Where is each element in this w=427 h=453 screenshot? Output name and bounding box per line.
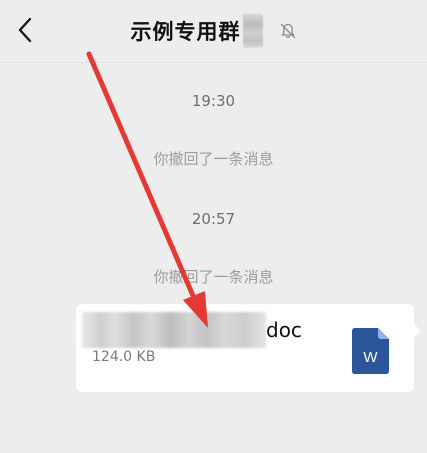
recall-notice-1: 你撤回了一条消息 (153, 150, 274, 168)
chevron-left-icon (18, 17, 32, 43)
file-size: 124.0 KB (92, 349, 156, 365)
timestamp-1: 19:30 (191, 92, 236, 110)
back-button[interactable] (10, 12, 40, 48)
word-icon-letter: W (363, 349, 378, 366)
chat-header: 示例专用群 (0, 0, 427, 63)
file-message-card[interactable]: doc 124.0 KB W (76, 304, 421, 392)
file-name: doc (266, 318, 302, 342)
bell-off-icon[interactable] (279, 22, 297, 40)
word-document-icon: W (352, 328, 389, 374)
chat-screen: 示例专用群 19:30 你撤回了一条消息 20:57 你撤回了一条消息 doc … (0, 0, 427, 453)
file-name-redaction (82, 312, 266, 348)
title-wrap: 示例专用群 (0, 0, 427, 62)
title-redaction (242, 14, 263, 48)
chat-title[interactable]: 示例专用群 (131, 16, 241, 46)
recall-notice-2: 你撤回了一条消息 (153, 268, 274, 286)
timestamp-2: 20:57 (191, 210, 236, 228)
